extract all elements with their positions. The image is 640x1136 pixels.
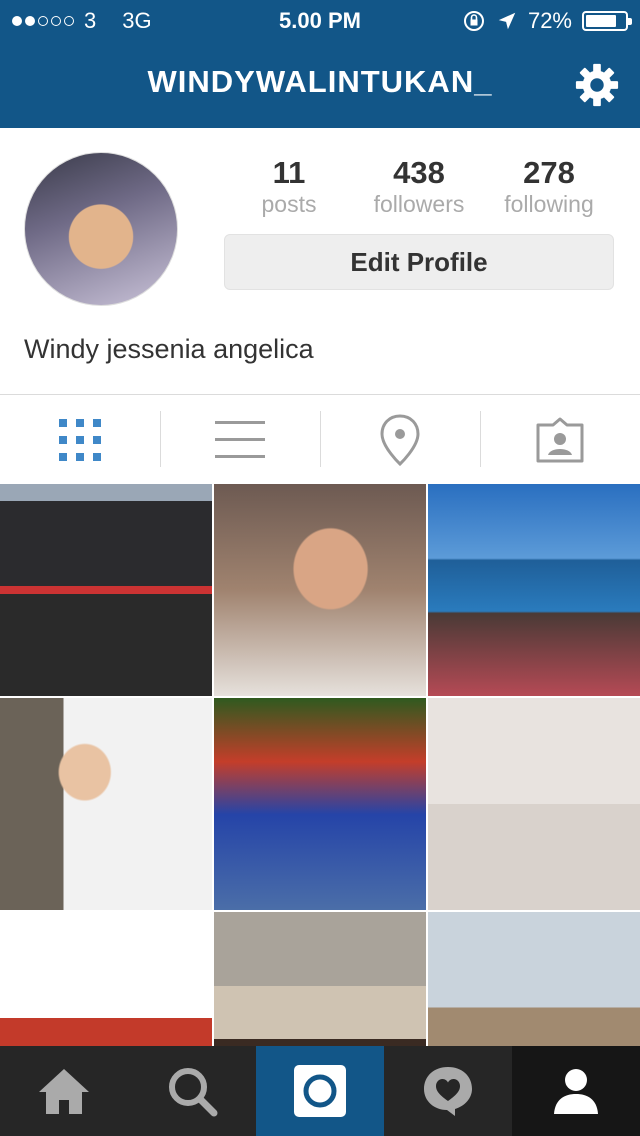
- stat-value: 278: [523, 155, 575, 190]
- nav-search[interactable]: [128, 1046, 256, 1136]
- search-icon: [169, 1068, 218, 1117]
- grid-icon: [59, 418, 101, 461]
- tab-grid[interactable]: [0, 395, 160, 484]
- stat-value: 11: [272, 155, 306, 190]
- top-bar: 3 3G 5.00 PM 72% WINDYWALINTUKAN_: [0, 0, 640, 128]
- nav-activity[interactable]: [384, 1046, 512, 1136]
- stat-label: followers: [373, 191, 465, 217]
- status-right: 72%: [462, 8, 632, 34]
- profile-icon: [554, 1069, 598, 1114]
- nav-camera[interactable]: [256, 1046, 384, 1136]
- edit-profile-button[interactable]: Edit Profile: [224, 234, 614, 290]
- stat-value: 438: [393, 155, 445, 190]
- tagged-photos-icon: [536, 417, 584, 462]
- location-arrow-icon: [498, 12, 516, 30]
- location-pin-icon: [380, 413, 420, 466]
- photo-thumbnail[interactable]: [428, 484, 640, 696]
- list-icon: [215, 420, 265, 458]
- battery-percent: 72%: [527, 8, 572, 33]
- profile-stats: 11 posts 438 followers 278 following: [224, 156, 614, 218]
- bottom-tab-bar: [0, 1046, 640, 1136]
- stat-label: posts: [261, 191, 317, 217]
- photo-thumbnail[interactable]: [0, 698, 212, 910]
- stat-label: following: [504, 191, 594, 217]
- camera-icon: [294, 1065, 346, 1117]
- tab-photo-map[interactable]: [320, 395, 480, 484]
- rotation-lock-icon: [463, 11, 484, 31]
- nav-profile[interactable]: [512, 1046, 640, 1136]
- tab-list[interactable]: [160, 395, 320, 484]
- activity-heart-icon: [424, 1067, 472, 1116]
- avatar[interactable]: [24, 152, 178, 306]
- gear-icon[interactable]: [574, 62, 620, 108]
- username-title: WINDYWALINTUKAN_: [147, 64, 493, 99]
- status-bar: 3 3G 5.00 PM 72%: [0, 0, 640, 40]
- home-icon: [39, 1069, 89, 1114]
- nav-home[interactable]: [0, 1046, 128, 1136]
- battery-icon: [582, 11, 632, 31]
- tab-tagged-photos[interactable]: [480, 395, 640, 484]
- photo-thumbnail[interactable]: [428, 698, 640, 910]
- photo-grid: [0, 484, 640, 1124]
- photo-thumbnail[interactable]: [214, 698, 426, 910]
- profile-view-tabs: [0, 394, 640, 484]
- stat-posts[interactable]: 11 posts: [224, 156, 354, 218]
- stat-following[interactable]: 278 following: [484, 156, 614, 218]
- photo-thumbnail[interactable]: [214, 484, 426, 696]
- photo-thumbnail[interactable]: [0, 484, 212, 696]
- profile-full-name: Windy jessenia angelica: [24, 334, 314, 364]
- stat-followers[interactable]: 438 followers: [354, 156, 484, 218]
